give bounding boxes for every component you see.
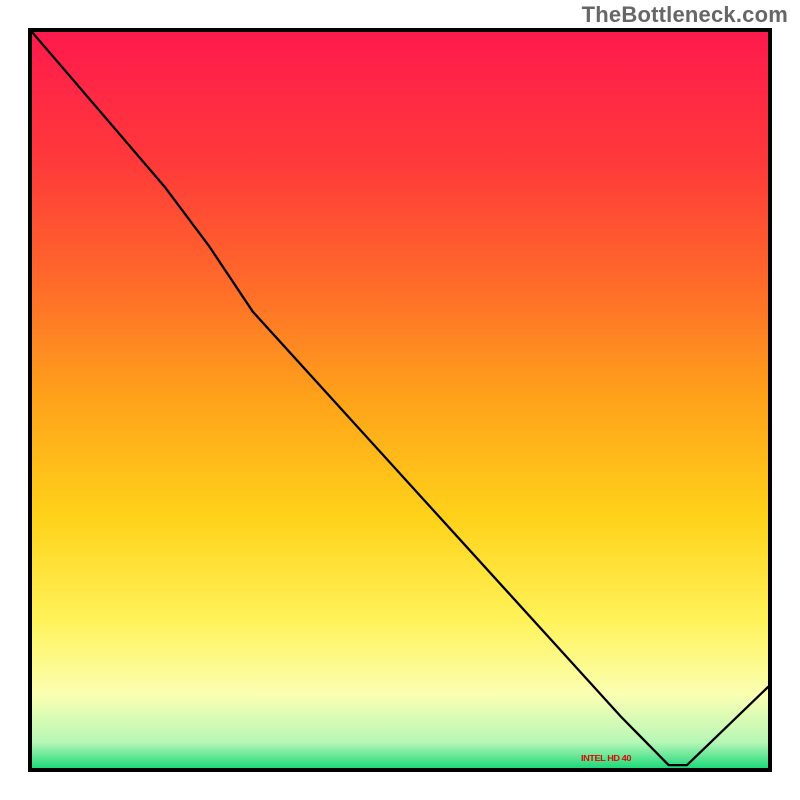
plot-frame: INTEL HD 40 bbox=[28, 28, 772, 772]
chart-container: TheBottleneck.com bbox=[0, 0, 800, 800]
plot-area: INTEL HD 40 bbox=[32, 32, 768, 768]
chart-svg bbox=[32, 32, 768, 768]
data-label: INTEL HD 40 bbox=[581, 755, 631, 763]
gradient-background bbox=[32, 32, 768, 768]
watermark-text: TheBottleneck.com bbox=[582, 2, 788, 28]
